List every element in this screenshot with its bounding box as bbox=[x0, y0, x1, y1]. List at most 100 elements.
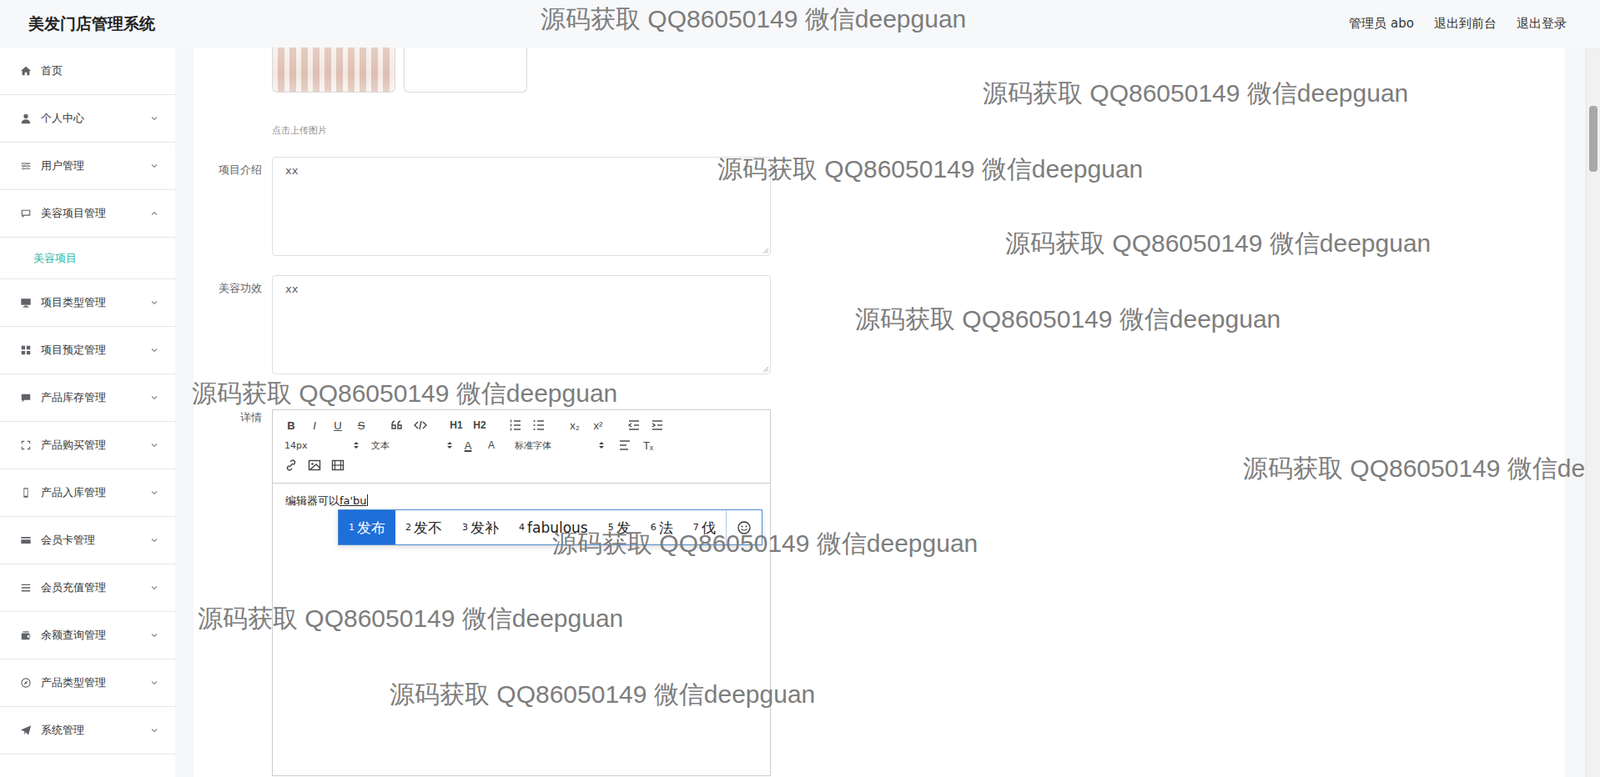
superscript-button[interactable]: x² bbox=[586, 415, 610, 436]
sidebar-item[interactable]: 产品类型管理 bbox=[0, 659, 176, 708]
main-area: 点击上传图片 项目介绍 xx 美容功效 xx 详情 B I U S H1 H2 … bbox=[175, 47, 1600, 777]
emoji-icon bbox=[736, 520, 752, 536]
select-arrows-icon bbox=[446, 440, 453, 451]
bold-button[interactable]: B bbox=[279, 415, 303, 436]
menu-icon bbox=[20, 392, 32, 404]
rich-editor: B I U S H1 H2 x₂ x² 14px 文本 A A 标准字体 Tₓ … bbox=[271, 409, 771, 777]
strike-button[interactable]: S bbox=[349, 415, 373, 436]
chevron-icon bbox=[150, 631, 159, 640]
chevron-icon bbox=[150, 679, 159, 688]
sidebar-item[interactable]: 系统管理 bbox=[0, 707, 176, 755]
chevron-icon bbox=[150, 488, 159, 498]
editor-content[interactable]: 编辑器可以fa'bu 1发布2发不3发补4fabulous5发6法7伐 bbox=[272, 483, 770, 519]
menu-icon bbox=[20, 724, 32, 737]
watermark-layer: 源码获取 QQ86050149 微信deepguan 源码获取 QQ8605014… bbox=[0, 0, 1600, 777]
scrollbar-thumb[interactable] bbox=[1589, 105, 1598, 172]
header-select[interactable]: 文本 bbox=[366, 435, 457, 456]
quote-icon[interactable] bbox=[385, 415, 409, 436]
align-icon[interactable] bbox=[613, 435, 637, 456]
ime-candidate[interactable]: 1发布 bbox=[338, 510, 396, 545]
header-link[interactable]: 退出登录 bbox=[1516, 15, 1567, 32]
italic-button[interactable]: I bbox=[302, 415, 327, 436]
field-label: 美容功效 bbox=[193, 275, 272, 375]
sidebar-item[interactable]: 会员卡管理 bbox=[0, 517, 176, 565]
font-select[interactable]: 标准字体 bbox=[509, 435, 609, 456]
watermark: 源码获取 QQ86050149 微信deepguan bbox=[717, 155, 1143, 184]
menu-icon bbox=[20, 439, 32, 452]
sidebar-item[interactable]: 美容项目管理 bbox=[0, 190, 176, 238]
menu-icon bbox=[20, 534, 32, 547]
textarea[interactable]: xx bbox=[271, 275, 771, 375]
top-bar: 美发门店管理系统 管理员 abo 退出到前台 退出登录 bbox=[0, 0, 1600, 48]
sidebar-subitem[interactable]: 美容项目 bbox=[0, 237, 176, 280]
resize-icon[interactable] bbox=[762, 247, 770, 255]
underline-button[interactable]: U bbox=[326, 415, 350, 436]
outdent-icon[interactable] bbox=[622, 415, 646, 436]
ime-candidate[interactable]: 7伐 bbox=[683, 510, 726, 545]
h1-button[interactable]: H1 bbox=[444, 415, 468, 436]
sidebar: 首页 个人中心 用户管理 美容项目管理 美容项目 项目类型管理 项目预定管理 产… bbox=[0, 47, 176, 777]
chevron-icon bbox=[150, 298, 159, 307]
ime-candidate-popup: 1发布2发不3发补4fabulous5发6法7伐 bbox=[337, 509, 763, 546]
sidebar-item[interactable]: 产品入库管理 bbox=[0, 469, 176, 518]
body: 首页 个人中心 用户管理 美容项目管理 美容项目 项目类型管理 项目预定管理 产… bbox=[0, 47, 1600, 777]
textarea[interactable]: xx bbox=[271, 156, 771, 257]
menu-icon bbox=[20, 487, 32, 499]
emoji-button[interactable] bbox=[725, 510, 762, 545]
clean-format-button[interactable]: Tₓ bbox=[636, 435, 660, 456]
video-icon[interactable] bbox=[326, 455, 350, 476]
upload-slot[interactable] bbox=[403, 47, 528, 93]
app-title: 美发门店管理系统 bbox=[28, 13, 156, 36]
uploaded-image[interactable] bbox=[271, 47, 396, 93]
background-color-button[interactable]: A bbox=[479, 435, 504, 456]
sidebar-item[interactable]: 项目类型管理 bbox=[0, 279, 176, 328]
watermark: 源码获取 QQ86050149 微信deepguan bbox=[982, 79, 1409, 108]
select-arrows-icon bbox=[352, 440, 360, 451]
chevron-icon bbox=[150, 583, 159, 593]
user-label: 管理员 abo bbox=[1348, 15, 1414, 32]
editor-toolbar: B I U S H1 H2 x₂ x² 14px 文本 A A 标准字体 Tₓ bbox=[272, 410, 770, 484]
app: 美发门店管理系统 管理员 abo 退出到前台 退出登录 首页 个人中心 用户管理 … bbox=[0, 0, 1600, 777]
sidebar-item[interactable]: 项目预定管理 bbox=[0, 327, 176, 375]
sidebar-item[interactable]: 会员充值管理 bbox=[0, 564, 176, 613]
ime-candidate[interactable]: 5发 bbox=[598, 510, 641, 545]
chevron-icon bbox=[150, 393, 159, 403]
code-icon[interactable] bbox=[408, 415, 433, 436]
chevron-icon bbox=[150, 536, 159, 545]
top-links: 管理员 abo 退出到前台 退出登录 bbox=[1348, 15, 1567, 32]
watermark: 源码获取 QQ86050149 微信deepguan bbox=[191, 379, 618, 408]
header-link[interactable]: 退出到前台 bbox=[1433, 15, 1497, 32]
sidebar-item[interactable]: 余额查询管理 bbox=[0, 612, 176, 660]
h2-button[interactable]: H2 bbox=[467, 415, 492, 436]
scrollbar[interactable] bbox=[1585, 47, 1600, 777]
text-color-button[interactable]: A bbox=[456, 435, 480, 456]
link-icon[interactable] bbox=[279, 455, 303, 476]
menu-icon bbox=[20, 677, 32, 690]
ime-candidate[interactable]: 4fabulous bbox=[508, 510, 599, 545]
chevron-icon bbox=[150, 346, 159, 355]
upload-row: 点击上传图片 bbox=[193, 47, 1565, 138]
ime-composition: fa'bu bbox=[339, 494, 368, 508]
subscript-button[interactable]: x₂ bbox=[563, 415, 587, 436]
image-icon[interactable] bbox=[302, 455, 327, 476]
size-select[interactable]: 14px bbox=[279, 435, 363, 456]
sidebar-item[interactable]: 用户管理 bbox=[0, 142, 176, 191]
sidebar-item[interactable]: 产品库存管理 bbox=[0, 374, 176, 423]
indent-icon[interactable] bbox=[645, 415, 670, 436]
menu-icon bbox=[20, 629, 32, 642]
sidebar-item[interactable]: 首页 bbox=[0, 47, 176, 96]
ime-candidate[interactable]: 3发补 bbox=[452, 510, 509, 545]
ime-candidate[interactable]: 6法 bbox=[640, 510, 684, 545]
chevron-icon bbox=[150, 726, 159, 735]
sidebar-item[interactable]: 个人中心 bbox=[0, 95, 176, 143]
form-card: 点击上传图片 项目介绍 xx 美容功效 xx 详情 B I U S H1 H2 … bbox=[193, 47, 1565, 777]
menu-icon bbox=[20, 582, 32, 594]
resize-icon[interactable] bbox=[762, 366, 770, 373]
field-label: 详情 bbox=[193, 409, 272, 777]
menu-icon bbox=[20, 65, 32, 77]
ime-candidate[interactable]: 2发不 bbox=[395, 510, 453, 545]
sidebar-item[interactable]: 产品购买管理 bbox=[0, 422, 176, 470]
field-label: 项目介绍 bbox=[193, 156, 272, 257]
ordered-list-icon[interactable] bbox=[503, 415, 528, 436]
bullet-list-icon[interactable] bbox=[527, 415, 551, 436]
